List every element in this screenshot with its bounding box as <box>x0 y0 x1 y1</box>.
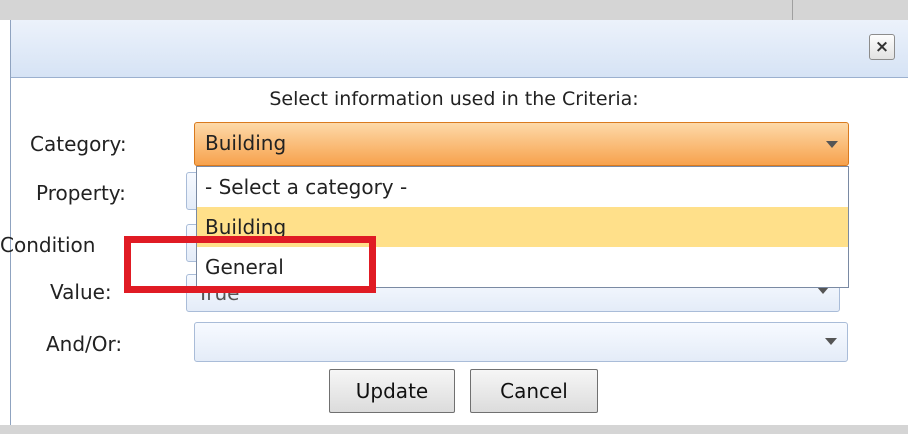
cancel-button[interactable]: Cancel <box>470 369 598 413</box>
category-select[interactable]: Building <box>194 122 849 166</box>
andor-select[interactable] <box>194 322 848 362</box>
toolbar-separator <box>792 0 793 20</box>
chevron-down-icon <box>825 338 837 345</box>
dropdown-option-select-category[interactable]: - Select a category - <box>197 167 848 207</box>
value-label: Value: <box>50 280 112 304</box>
close-icon: × <box>874 37 890 57</box>
annotation-highlight-box <box>124 236 376 293</box>
dialog-titlebar: × <box>11 20 908 78</box>
chevron-down-icon <box>817 287 829 294</box>
condition-label: Condition <box>0 233 96 257</box>
property-label: Property: <box>36 181 126 205</box>
andor-label: And/Or: <box>46 332 123 356</box>
close-button[interactable]: × <box>869 34 895 60</box>
background-bottom-bar <box>0 425 908 434</box>
category-value: Building <box>205 131 287 155</box>
background-toolbar <box>0 0 908 20</box>
update-button[interactable]: Update <box>329 369 455 413</box>
chevron-down-icon <box>826 141 838 148</box>
dialog-heading: Select information used in the Criteria: <box>269 88 639 110</box>
category-label: Category: <box>30 132 127 156</box>
